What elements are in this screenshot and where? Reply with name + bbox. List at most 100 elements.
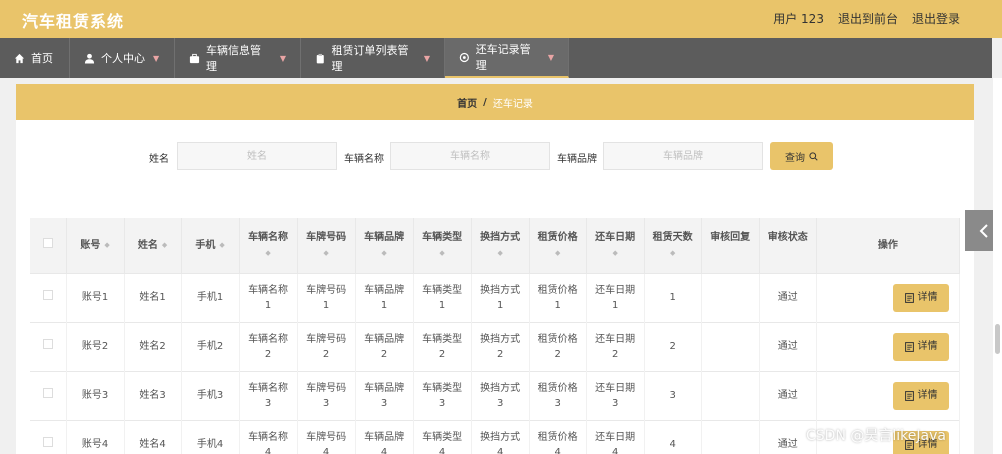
cell-text: 车牌号码1 — [306, 284, 347, 311]
back-to-frontend-link[interactable]: 退出到前台 — [838, 10, 898, 27]
table-row: 账号3 姓名3 手机3 车辆名称3 车牌号码3 车辆品牌3 车辆类型3 换挡方式3 租赁价格3 还… — [30, 370, 960, 420]
cell-days: 4 — [644, 419, 702, 454]
select-all-checkbox-cell — [30, 218, 67, 273]
detail-button[interactable]: 详情 — [893, 332, 949, 361]
cell-brand: 车辆品牌2 — [355, 321, 414, 371]
row-checkbox[interactable] — [42, 437, 53, 448]
scrollbar-thumb[interactable] — [995, 324, 1000, 354]
column-header[interactable]: 还车日期 ◆ — [586, 218, 645, 273]
column-header[interactable]: 车辆名称 ◆ — [239, 218, 298, 273]
car-name-label: 车辆名称 — [344, 154, 384, 165]
column-header[interactable]: 车辆类型 ◆ — [413, 218, 472, 273]
cell-text: 车辆品牌4 — [364, 431, 405, 454]
cell-price: 租赁价格3 — [529, 370, 587, 420]
cell-text: 租赁价格3 — [537, 382, 578, 409]
user-icon — [84, 53, 95, 64]
cell-text: 3 — [669, 390, 676, 401]
cell-account: 账号4 — [66, 419, 125, 454]
nav-item-vehicle-info[interactable]: 车辆信息管理 ▼ — [175, 38, 301, 78]
cell-phone: 手机4 — [181, 419, 240, 454]
home-icon — [14, 53, 25, 63]
cell-gear: 换挡方式1 — [471, 272, 530, 322]
brand-input[interactable] — [603, 142, 763, 170]
cell-brand: 车辆品牌4 — [355, 419, 414, 454]
cell-actions: 详情 — [816, 272, 960, 322]
nav-item-label: 车辆信息管理 — [205, 44, 261, 73]
clipboard-icon — [316, 53, 324, 63]
cell-text: 账号2 — [81, 341, 109, 352]
cell-phone: 手机2 — [181, 321, 240, 371]
cell-text: 换挡方式3 — [480, 382, 521, 409]
user-label[interactable]: 用户 123 — [773, 10, 824, 27]
sort-icon: ◆ — [265, 248, 271, 257]
column-header[interactable]: 租赁天数 ◆ — [644, 218, 702, 273]
column-header[interactable]: 手机 ◆ — [181, 218, 240, 273]
watermark: CSDN @昊言likeJava — [806, 428, 946, 444]
row-checkbox-cell — [30, 370, 67, 420]
chevron-left-icon — [979, 223, 988, 238]
cell-text: 姓名1 — [139, 292, 166, 303]
cell-name: 姓名2 — [124, 321, 182, 371]
cell-type: 车辆类型3 — [413, 370, 472, 420]
nav-item-rental-orders[interactable]: 租赁订单列表管理 ▼ — [301, 38, 445, 78]
row-checkbox[interactable] — [42, 290, 53, 300]
cell-reply — [701, 419, 760, 454]
row-checkbox-cell — [30, 272, 67, 322]
cell-brand: 车辆品牌1 — [355, 272, 414, 322]
column-header: 审核状态 — [759, 218, 817, 273]
chevron-down-icon: ▼ — [153, 53, 160, 63]
search-button-label: 查询 — [785, 152, 805, 164]
cell-text: 车辆名称3 — [248, 382, 289, 409]
cell-reply — [701, 272, 760, 322]
cell-name: 姓名4 — [124, 419, 182, 454]
name-input[interactable] — [177, 142, 337, 170]
document-icon — [904, 292, 914, 303]
cell-return-date: 还车日期2 — [586, 321, 645, 371]
column-header[interactable]: 姓名 ◆ — [124, 218, 182, 273]
cell-text: 通过 — [777, 390, 798, 401]
row-checkbox[interactable] — [42, 388, 53, 398]
cell-text: 姓名3 — [139, 390, 166, 401]
cell-text: 车辆品牌1 — [364, 284, 405, 311]
nav-item-home[interactable]: 首页 — [0, 38, 70, 78]
chevron-down-icon: ▼ — [279, 53, 286, 63]
detail-button-label: 详情 — [917, 390, 938, 401]
breadcrumb-home[interactable]: 首页 — [457, 95, 477, 110]
cell-car-name: 车辆名称4 — [239, 419, 298, 454]
breadcrumb: 首页 / 还车记录 — [16, 84, 974, 120]
column-header[interactable]: 车辆品牌 ◆ — [355, 218, 414, 273]
detail-button[interactable]: 详情 — [893, 283, 949, 312]
row-checkbox[interactable] — [42, 339, 53, 349]
table-row: 账号1 姓名1 手机1 车辆名称1 车牌号码1 车辆品牌1 车辆类型1 换挡方式1 租赁价格1 还… — [30, 272, 960, 322]
car-name-input[interactable] — [390, 142, 550, 170]
cell-text: 车辆名称4 — [248, 431, 289, 454]
cell-plate: 车牌号码4 — [297, 419, 356, 454]
cell-return-date: 还车日期4 — [586, 419, 645, 454]
column-header[interactable]: 账号 ◆ — [66, 218, 125, 273]
cell-text: 车辆品牌3 — [364, 382, 405, 409]
cell-text: 姓名4 — [139, 439, 166, 451]
select-all-checkbox[interactable] — [42, 237, 53, 248]
cell-car-name: 车辆名称2 — [239, 321, 298, 371]
sort-icon: ◆ — [104, 240, 110, 249]
cell-plate: 车牌号码3 — [297, 370, 356, 420]
logout-link[interactable]: 退出登录 — [912, 10, 960, 27]
row-checkbox-cell — [30, 419, 67, 454]
nav-item-return-records[interactable]: 还车记录管理 ▼ — [445, 38, 569, 78]
column-header[interactable]: 车牌号码 ◆ — [297, 218, 356, 273]
records-table-wrapper: 账号 ◆ 姓名 ◆ 手机 ◆ 车辆名称 ◆ 车牌号码 ◆ 车辆品牌 ◆ 车辆类型 ◆ 换挡方式… — [30, 218, 960, 454]
nav-item-label: 首页 — [31, 52, 53, 65]
cell-actions: 详情 — [816, 370, 960, 420]
column-header[interactable]: 换挡方式 ◆ — [471, 218, 530, 273]
cell-text: 车辆名称2 — [248, 333, 289, 360]
cell-text: 租赁价格2 — [537, 333, 578, 360]
breadcrumb-separator: / — [483, 96, 487, 108]
sort-icon: ◆ — [439, 248, 445, 257]
nav-item-label: 个人中心 — [101, 52, 145, 65]
sort-icon: ◆ — [669, 248, 676, 257]
nav-item-personal-center[interactable]: 个人中心 ▼ — [70, 38, 175, 78]
detail-button[interactable]: 详情 — [893, 381, 949, 410]
search-button[interactable]: 查询 — [770, 142, 833, 170]
page-scrollbar[interactable] — [993, 78, 1002, 454]
column-header[interactable]: 租赁价格 ◆ — [529, 218, 587, 273]
